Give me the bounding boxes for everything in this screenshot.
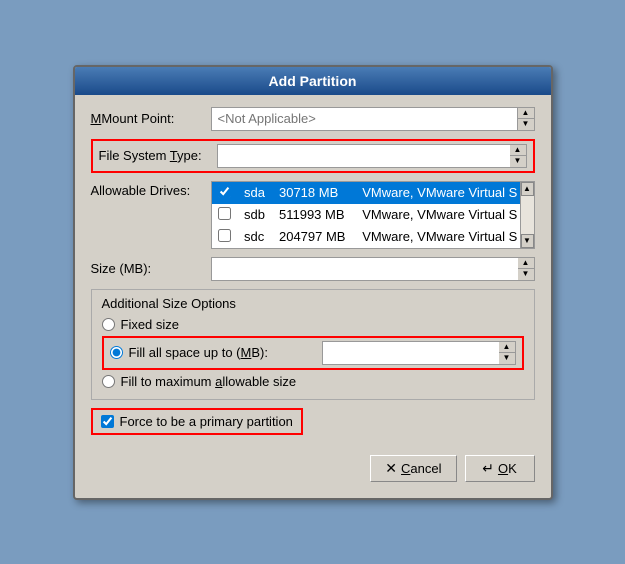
size-label: Size (MB): — [91, 261, 211, 276]
mount-point-up-btn[interactable]: ▲ — [518, 108, 534, 120]
drive-vendor-sda: VMware, VMware Virtual S — [356, 182, 533, 204]
fill-space-row: Fill all space up to (MB): 2048 ▲ ▼ — [102, 336, 524, 370]
drive-check-sdc[interactable] — [212, 226, 239, 248]
sdb-checkbox[interactable] — [218, 207, 231, 220]
add-partition-dialog: Add Partition MMount Point: ▲ ▼ File Sys… — [73, 65, 553, 500]
drive-size-sdb: 511993 MB — [273, 204, 356, 226]
dialog-body: MMount Point: ▲ ▼ File System Type: swap… — [75, 95, 551, 498]
fixed-size-radio[interactable] — [102, 318, 115, 331]
fill-space-input[interactable]: 2048 — [322, 341, 499, 365]
drive-size-sda: 30718 MB — [273, 182, 356, 204]
ok-label: OK — [498, 461, 517, 476]
size-down-btn[interactable]: ▼ — [518, 269, 534, 280]
force-primary-row: Force to be a primary partition — [91, 408, 303, 435]
fill-space-spinner: ▲ ▼ — [499, 341, 516, 365]
fs-type-down-btn[interactable]: ▼ — [510, 156, 526, 167]
fill-space-down-btn[interactable]: ▼ — [499, 353, 515, 364]
additional-size-title: Additional Size Options — [102, 296, 524, 311]
drive-row-sdb[interactable]: sdb 511993 MB VMware, VMware Virtual S — [212, 204, 534, 226]
fs-type-spinner: ▲ ▼ — [510, 144, 527, 168]
fs-type-up-btn[interactable]: ▲ — [510, 145, 526, 157]
fixed-size-label: Fixed size — [121, 317, 180, 332]
drives-label: Allowable Drives: — [91, 181, 211, 249]
size-up-btn[interactable]: ▲ — [518, 258, 534, 270]
drive-check-sda[interactable] — [212, 182, 239, 204]
fill-space-radio[interactable] — [110, 346, 123, 359]
dialog-title: Add Partition — [75, 67, 551, 95]
scroll-up-btn[interactable]: ▲ — [521, 182, 534, 196]
drives-scrollbar[interactable]: ▲ ▼ — [520, 182, 534, 248]
ok-icon: ↵ — [482, 460, 494, 477]
fill-max-radio[interactable] — [102, 375, 115, 388]
mount-point-label: MMount Point: — [91, 111, 211, 126]
size-input-wrapper: 100 ▲ ▼ — [211, 257, 535, 281]
additional-size-section: Additional Size Options Fixed size Fill … — [91, 289, 535, 400]
drive-vendor-sdc: VMware, VMware Virtual S — [356, 226, 533, 248]
drive-name-sda: sda — [238, 182, 273, 204]
drive-check-sdb[interactable] — [212, 204, 239, 226]
fs-type-input[interactable]: swap — [217, 144, 510, 168]
mount-point-input-wrapper: ▲ ▼ — [211, 107, 535, 131]
fill-max-row: Fill to maximum allowable size — [102, 374, 524, 389]
sdc-checkbox[interactable] — [218, 229, 231, 242]
mount-point-input[interactable] — [211, 107, 518, 131]
drive-row-sdc[interactable]: sdc 204797 MB VMware, VMware Virtual S — [212, 226, 534, 248]
sda-checkbox[interactable] — [218, 185, 231, 198]
force-primary-checkbox[interactable] — [101, 415, 114, 428]
drive-name-sdb: sdb — [238, 204, 273, 226]
fs-type-input-wrapper: swap ▲ ▼ — [217, 144, 527, 168]
size-input[interactable]: 100 — [211, 257, 518, 281]
scroll-track — [521, 196, 534, 234]
cancel-icon: ✕ — [385, 460, 397, 477]
fixed-size-row: Fixed size — [102, 317, 524, 332]
drive-row-sda[interactable]: sda 30718 MB VMware, VMware Virtual S — [212, 182, 534, 204]
cancel-button[interactable]: ✕ Cancel — [370, 455, 456, 482]
mount-point-row: MMount Point: ▲ ▼ — [91, 107, 535, 131]
drive-size-sdc: 204797 MB — [273, 226, 356, 248]
fs-type-row: File System Type: swap ▲ ▼ — [91, 139, 535, 173]
drive-name-sdc: sdc — [238, 226, 273, 248]
fill-space-input-wrapper: 2048 ▲ ▼ — [322, 341, 516, 365]
drives-table: sda 30718 MB VMware, VMware Virtual S sd… — [212, 182, 534, 248]
fs-type-label: File System Type: — [99, 148, 217, 163]
ok-button[interactable]: ↵ OK — [465, 455, 535, 482]
force-primary-wrapper: Force to be a primary partition — [91, 408, 535, 445]
fill-space-label: Fill all space up to (MB): — [129, 345, 323, 360]
force-primary-label: Force to be a primary partition — [120, 414, 293, 429]
scroll-down-btn[interactable]: ▼ — [521, 234, 534, 248]
drives-table-wrapper: sda 30718 MB VMware, VMware Virtual S sd… — [211, 181, 535, 249]
size-row: Size (MB): 100 ▲ ▼ — [91, 257, 535, 281]
mount-point-down-btn[interactable]: ▼ — [518, 119, 534, 130]
fill-space-up-btn[interactable]: ▲ — [499, 342, 515, 354]
cancel-label: Cancel — [401, 461, 441, 476]
drive-vendor-sdb: VMware, VMware Virtual S — [356, 204, 533, 226]
fill-max-label: Fill to maximum allowable size — [121, 374, 297, 389]
size-spinner: ▲ ▼ — [518, 257, 535, 281]
drives-section: Allowable Drives: sda 30718 MB VMware, V… — [91, 181, 535, 249]
dialog-buttons: ✕ Cancel ↵ OK — [91, 455, 535, 488]
